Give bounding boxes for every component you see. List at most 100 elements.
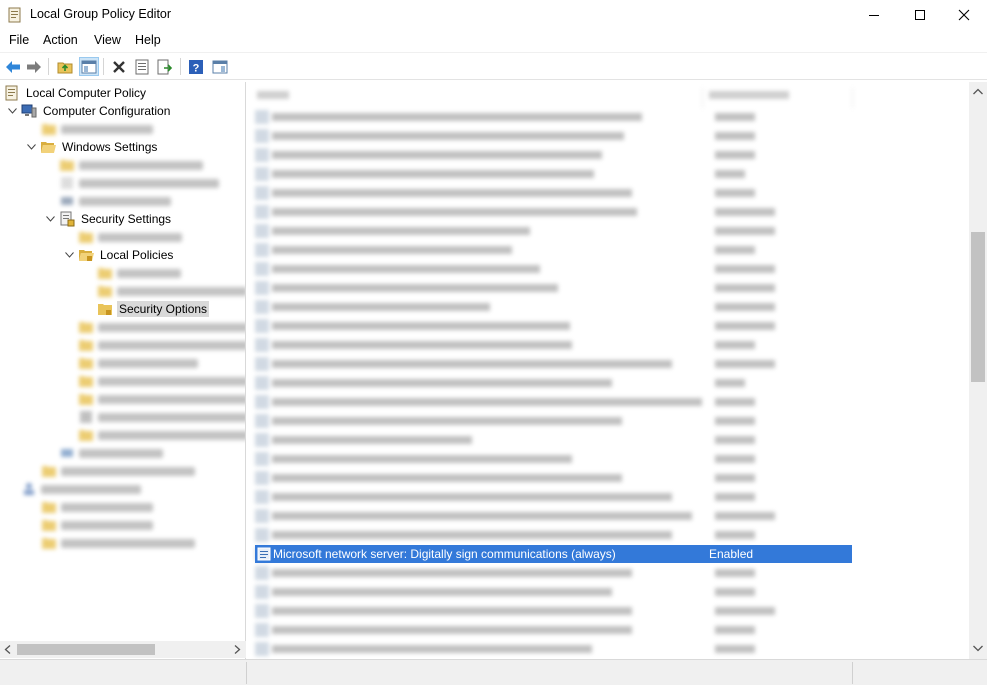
tree-node-scripts[interactable] (44, 174, 219, 192)
export-list-button[interactable] (155, 57, 175, 76)
tree-node-ip-security-policies[interactable] (63, 408, 245, 426)
table-row[interactable] (255, 222, 853, 240)
policy-setting-icon (255, 566, 269, 580)
table-row[interactable] (255, 431, 853, 449)
show-hide-console-tree-button[interactable] (79, 57, 99, 76)
tree-node-user-software-settings[interactable] (26, 498, 153, 516)
chevron-down-icon[interactable] (973, 645, 983, 652)
tree-node-policy-based-qos[interactable] (44, 444, 163, 462)
table-row[interactable] (255, 336, 853, 354)
tree-node-application-control[interactable] (63, 390, 245, 408)
scrollbar-thumb[interactable] (17, 644, 155, 655)
console-view-button[interactable] (210, 57, 230, 76)
table-row[interactable] (255, 241, 853, 259)
tree-node-user-windows-settings[interactable] (26, 516, 153, 534)
chevron-down-icon[interactable] (63, 249, 75, 261)
table-row[interactable] (255, 602, 853, 620)
back-button[interactable] (3, 57, 23, 76)
table-row[interactable] (255, 621, 853, 639)
menu-file[interactable]: File (9, 33, 29, 47)
table-row[interactable] (255, 260, 853, 278)
table-row[interactable] (255, 184, 853, 202)
tree-horizontal-scrollbar[interactable] (0, 641, 246, 658)
chevron-down-icon[interactable] (44, 213, 56, 225)
tree-node-network-list-manager[interactable] (63, 336, 245, 354)
up-one-level-button[interactable] (55, 57, 75, 76)
tree-node-local-policies[interactable]: Local Policies (63, 246, 175, 264)
tree-node-security-settings[interactable]: Security Settings (44, 210, 173, 228)
table-row[interactable] (255, 640, 853, 658)
tree-node-account-policies[interactable] (63, 228, 182, 246)
menu-action[interactable]: Action (43, 33, 78, 47)
list-vertical-scrollbar[interactable] (969, 82, 987, 659)
table-row[interactable] (255, 355, 853, 373)
tree-node-windows-firewall[interactable] (63, 318, 245, 336)
table-row[interactable] (255, 317, 853, 335)
table-row[interactable] (255, 146, 853, 164)
policy-setting-icon (255, 262, 269, 276)
table-row[interactable] (255, 165, 853, 183)
table-row[interactable] (255, 488, 853, 506)
menu-view[interactable]: View (94, 33, 121, 47)
close-button[interactable] (941, 0, 987, 30)
table-row[interactable] (255, 127, 853, 145)
tree-node-name-resolution-policy[interactable] (44, 156, 203, 174)
tree-node-user-admin-templates[interactable] (26, 534, 195, 552)
policy-setting-icon (255, 452, 269, 466)
tree-node-user-configuration[interactable] (6, 480, 141, 498)
table-row-selected[interactable]: Microsoft network server: Digitally sign… (255, 545, 852, 563)
chevron-left-icon[interactable] (4, 645, 12, 654)
close-icon (958, 9, 970, 21)
tree-node-public-key-policies[interactable] (63, 354, 198, 372)
chevron-up-icon[interactable] (973, 88, 983, 95)
table-row[interactable] (255, 526, 853, 544)
list-header (249, 86, 969, 108)
column-header-policy[interactable] (257, 90, 289, 102)
table-row[interactable] (255, 393, 853, 411)
table-row[interactable] (255, 203, 853, 221)
show-hide-tree-icon (81, 60, 97, 73)
table-row[interactable] (255, 469, 853, 487)
tree-node-deployed-printers[interactable] (44, 192, 171, 210)
tree-node-administrative-templates[interactable] (26, 462, 195, 480)
chevron-right-icon[interactable] (233, 645, 241, 654)
table-row[interactable] (255, 374, 853, 392)
chevron-down-icon[interactable] (6, 105, 18, 117)
chevron-down-icon[interactable] (25, 141, 37, 153)
toolbar-separator (180, 58, 181, 75)
tree-node-software-settings[interactable] (26, 120, 153, 138)
table-row[interactable] (255, 279, 853, 297)
table-row[interactable] (255, 583, 853, 601)
tree-node-advanced-audit[interactable] (63, 426, 245, 444)
table-row[interactable] (255, 564, 853, 582)
forward-button[interactable] (24, 57, 44, 76)
properties-button[interactable] (132, 57, 152, 76)
tree-node-security-options[interactable]: Security Options (82, 300, 210, 318)
policy-setting-icon (255, 300, 269, 314)
tree-node-local-computer-policy[interactable]: Local Computer Policy (4, 84, 148, 102)
delete-button[interactable] (109, 57, 129, 76)
policy-name (272, 512, 692, 520)
table-row[interactable] (255, 507, 853, 525)
export-list-icon (157, 59, 173, 74)
table-row[interactable] (255, 298, 853, 316)
title-bar: Local Group Policy Editor (0, 0, 987, 30)
tree-node-software-restriction[interactable] (63, 372, 245, 390)
table-row[interactable] (255, 412, 853, 430)
policy-setting-icon (255, 186, 269, 200)
minimize-button[interactable] (851, 0, 897, 30)
help-button[interactable]: ? (186, 57, 206, 76)
tree-node-audit-policy[interactable] (82, 264, 181, 282)
maximize-button[interactable] (897, 0, 943, 30)
table-row[interactable] (255, 108, 853, 126)
tree-node-user-rights-assignment[interactable] (82, 282, 245, 300)
tree-node-windows-settings[interactable]: Windows Settings (25, 138, 159, 156)
table-row[interactable] (255, 450, 853, 468)
policy-setting (715, 208, 775, 216)
scrollbar-thumb[interactable] (971, 232, 985, 382)
menu-bar: File Action View Help (0, 31, 987, 51)
column-header-security-setting[interactable] (709, 90, 789, 102)
tree-node-computer-configuration[interactable]: Computer Configuration (6, 102, 172, 120)
policy-setting (715, 170, 745, 178)
menu-help[interactable]: Help (135, 33, 161, 47)
